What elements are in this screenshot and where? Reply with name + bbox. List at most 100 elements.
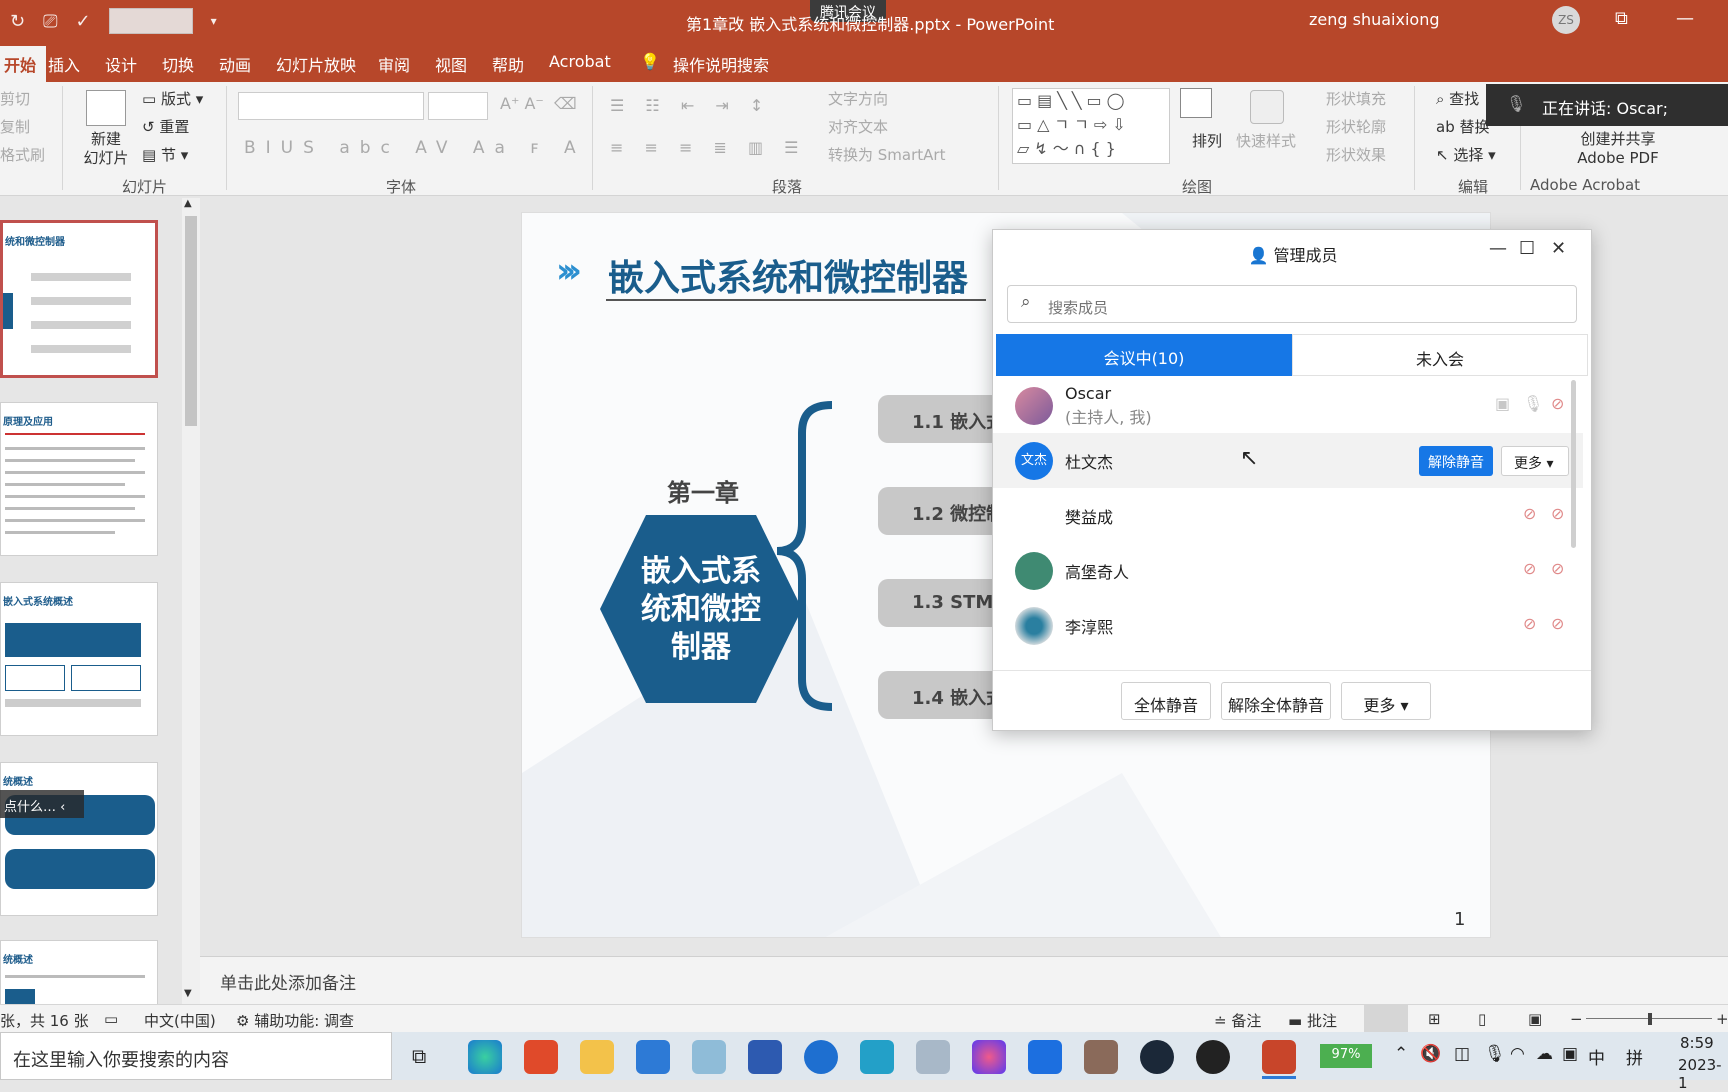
accessibility-button[interactable]: ⚙ 辅助功能: 调查 xyxy=(236,1010,354,1031)
minimize-icon[interactable]: — xyxy=(1676,8,1694,29)
task-view-icon[interactable]: ⧉ xyxy=(412,1044,426,1068)
app-colorful-icon[interactable] xyxy=(972,1040,1006,1074)
tab-help[interactable]: 帮助 xyxy=(492,52,524,76)
font-name-box[interactable] xyxy=(238,92,424,120)
scroll-thumb[interactable] xyxy=(185,216,197,426)
reset-button[interactable]: ↺ 重置 xyxy=(142,116,189,137)
clock-date[interactable]: 2023-1 xyxy=(1678,1056,1722,1092)
member-row-lichunxi[interactable]: 李淳熙 ⊘ ⊘ xyxy=(993,598,1583,653)
present-icon[interactable]: ⎚ xyxy=(43,11,57,32)
font-size-icons[interactable]: A⁺ A⁻ ⌫ xyxy=(500,94,577,113)
tab-home[interactable]: 开始 xyxy=(0,46,47,82)
tab-review[interactable]: 审阅 xyxy=(378,52,410,76)
font-style-icons[interactable]: BIUS abc AV Aa ꜰ A xyxy=(244,138,586,158)
edge-icon[interactable] xyxy=(468,1040,502,1074)
shapes-gallery[interactable]: ▭▤╲╲▭◯ ▭△ㄱㄱ⇨⇩ ▱↯〜∩{} xyxy=(1012,88,1170,164)
file-explorer-icon[interactable] xyxy=(580,1040,614,1074)
taskbar-search[interactable]: 在这里输入你要搜索的内容 xyxy=(0,1032,392,1080)
redo-icon[interactable]: ↻ xyxy=(10,11,25,32)
notes-pane[interactable]: 单击此处添加备注 xyxy=(200,956,1728,1004)
create-share-pdf-button[interactable]: 创建并共享 Adobe PDF xyxy=(1530,130,1706,168)
game-icon[interactable] xyxy=(1084,1040,1118,1074)
shape-fill-button[interactable]: 形状填充 xyxy=(1326,88,1386,109)
thumbnail-slide-4[interactable]: 统概述 xyxy=(0,762,158,916)
align-text-button[interactable]: 对齐文本 xyxy=(828,116,888,137)
microphone-tray-icon[interactable]: 🎙 xyxy=(1484,1044,1506,1064)
ime-language[interactable]: 中 xyxy=(1588,1044,1605,1069)
member-row-fanyicheng[interactable]: 樊益成 ⊘ ⊘ xyxy=(993,488,1583,543)
clock-time[interactable]: 8:59 xyxy=(1680,1034,1714,1052)
mic-muted-icon[interactable]: ⊘ xyxy=(1523,614,1536,633)
chevron-up-icon[interactable]: ⌃ xyxy=(1394,1044,1408,1064)
tell-me-search[interactable]: 操作说明搜索 xyxy=(673,52,769,76)
thumbnail-slide-3[interactable]: 嵌入式系统概述 xyxy=(0,582,158,736)
comments-button[interactable]: ▬ 批注 xyxy=(1288,1010,1337,1031)
arrange-button[interactable]: 排列 xyxy=(1192,130,1222,151)
member-row-gaobaoqiren[interactable]: 高堡奇人 ⊘ ⊘ xyxy=(993,543,1583,598)
tab-view[interactable]: 视图 xyxy=(435,52,467,76)
ime-mode[interactable]: 拼 xyxy=(1626,1044,1643,1069)
mute-all-button[interactable]: 全体静音 xyxy=(1121,682,1211,720)
format-painter-button[interactable]: 格式刷 xyxy=(0,144,45,165)
tab-slideshow[interactable]: 幻灯片放映 xyxy=(276,52,356,76)
tab-insert[interactable]: 插入 xyxy=(48,52,80,76)
steam-icon[interactable] xyxy=(1140,1040,1174,1074)
store-icon[interactable] xyxy=(860,1040,894,1074)
quick-styles-icon[interactable] xyxy=(1250,90,1284,124)
tab-in-meeting[interactable]: 会议中(10) xyxy=(996,334,1292,376)
align-icons[interactable]: ≡ ≡ ≡ ≣ ▥ ☰ xyxy=(610,138,807,157)
slideshow-icon[interactable]: ▣ xyxy=(1528,1010,1542,1028)
wifi-icon[interactable]: ◠ xyxy=(1510,1044,1525,1064)
app-u-icon[interactable] xyxy=(804,1040,838,1074)
unmute-all-button[interactable]: 解除全体静音 xyxy=(1221,682,1331,720)
shape-effects-button[interactable]: 形状效果 xyxy=(1326,144,1386,165)
more-button[interactable]: 更多 ▾ xyxy=(1501,446,1569,476)
find-button[interactable]: ⌕ 查找 xyxy=(1436,88,1479,109)
maximize-dialog-icon[interactable]: ☐ xyxy=(1519,238,1535,259)
new-slide-button[interactable]: 新建 幻灯片 xyxy=(76,130,136,168)
qat-dropdown[interactable] xyxy=(108,8,193,34)
thumbnails-scrollbar[interactable]: ▲ ▼ xyxy=(182,198,200,1004)
camera-off-icon[interactable]: ⊘ xyxy=(1551,614,1564,633)
slide-title[interactable]: 嵌入式系统和微控制器 xyxy=(608,249,968,301)
user-name[interactable]: zeng shuaixiong xyxy=(1309,10,1440,29)
select-button[interactable]: ↖ 选择 ▾ xyxy=(1436,144,1496,165)
font-size-box[interactable] xyxy=(428,92,488,120)
office-icon[interactable] xyxy=(524,1040,558,1074)
mic-muted-icon[interactable]: ⊘ xyxy=(1523,504,1536,523)
replace-button[interactable]: ab 替换 xyxy=(1436,116,1490,137)
footer-more-button[interactable]: 更多 ▾ xyxy=(1341,682,1431,720)
powershell-icon[interactable] xyxy=(748,1040,782,1074)
tencent-meeting-icon[interactable] xyxy=(1028,1040,1062,1074)
powerpoint-icon[interactable] xyxy=(1262,1040,1296,1074)
user-avatar[interactable]: ZS xyxy=(1552,6,1580,34)
zoom-out-icon[interactable]: − xyxy=(1570,1010,1583,1028)
member-row-oscar[interactable]: Oscar (主持人, 我) ▣ 🎙 ⊘ xyxy=(993,378,1583,433)
layout-button[interactable]: ▭ 版式 ▾ xyxy=(142,88,203,109)
smartart-button[interactable]: 转换为 SmartArt xyxy=(828,144,945,165)
member-search-input[interactable] xyxy=(1007,285,1577,323)
camera-off-icon[interactable]: ⊘ xyxy=(1551,394,1564,413)
shape-outline-button[interactable]: 形状轮廓 xyxy=(1326,116,1386,137)
member-row-duwenjie[interactable]: 文杰 杜文杰 解除静音 更多 ▾ xyxy=(993,433,1583,488)
close-dialog-icon[interactable]: ✕ xyxy=(1551,238,1566,259)
copy-button[interactable]: 复制 xyxy=(0,116,30,137)
notes-button[interactable]: ≐ 备注 xyxy=(1214,1010,1261,1031)
notification-icon[interactable]: ▣ xyxy=(1562,1044,1578,1064)
mic-muted-icon[interactable]: ⊘ xyxy=(1523,559,1536,578)
ribbon-display-icon[interactable]: ⧉ xyxy=(1615,8,1628,29)
photos-icon[interactable] xyxy=(916,1040,950,1074)
screen-share-icon[interactable]: ▣ xyxy=(1495,394,1510,413)
mail-icon[interactable] xyxy=(636,1040,670,1074)
slide-sorter-icon[interactable]: ⊞ xyxy=(1428,1010,1441,1028)
language-indicator[interactable]: 中文(中国) xyxy=(144,1010,216,1031)
camera-off-icon[interactable]: ⊘ xyxy=(1551,559,1564,578)
unmute-button[interactable]: 解除静音 xyxy=(1419,446,1493,476)
network-icon[interactable]: ◫ xyxy=(1454,1044,1470,1064)
text-direction-button[interactable]: 文字方向 xyxy=(828,88,888,109)
battery-indicator[interactable]: 97% xyxy=(1320,1044,1372,1068)
tab-transitions[interactable]: 切换 xyxy=(162,52,194,76)
tab-design[interactable]: 设计 xyxy=(105,52,137,76)
scroll-up-icon[interactable]: ▲ xyxy=(184,198,192,209)
zoom-in-icon[interactable]: + xyxy=(1716,1010,1728,1028)
